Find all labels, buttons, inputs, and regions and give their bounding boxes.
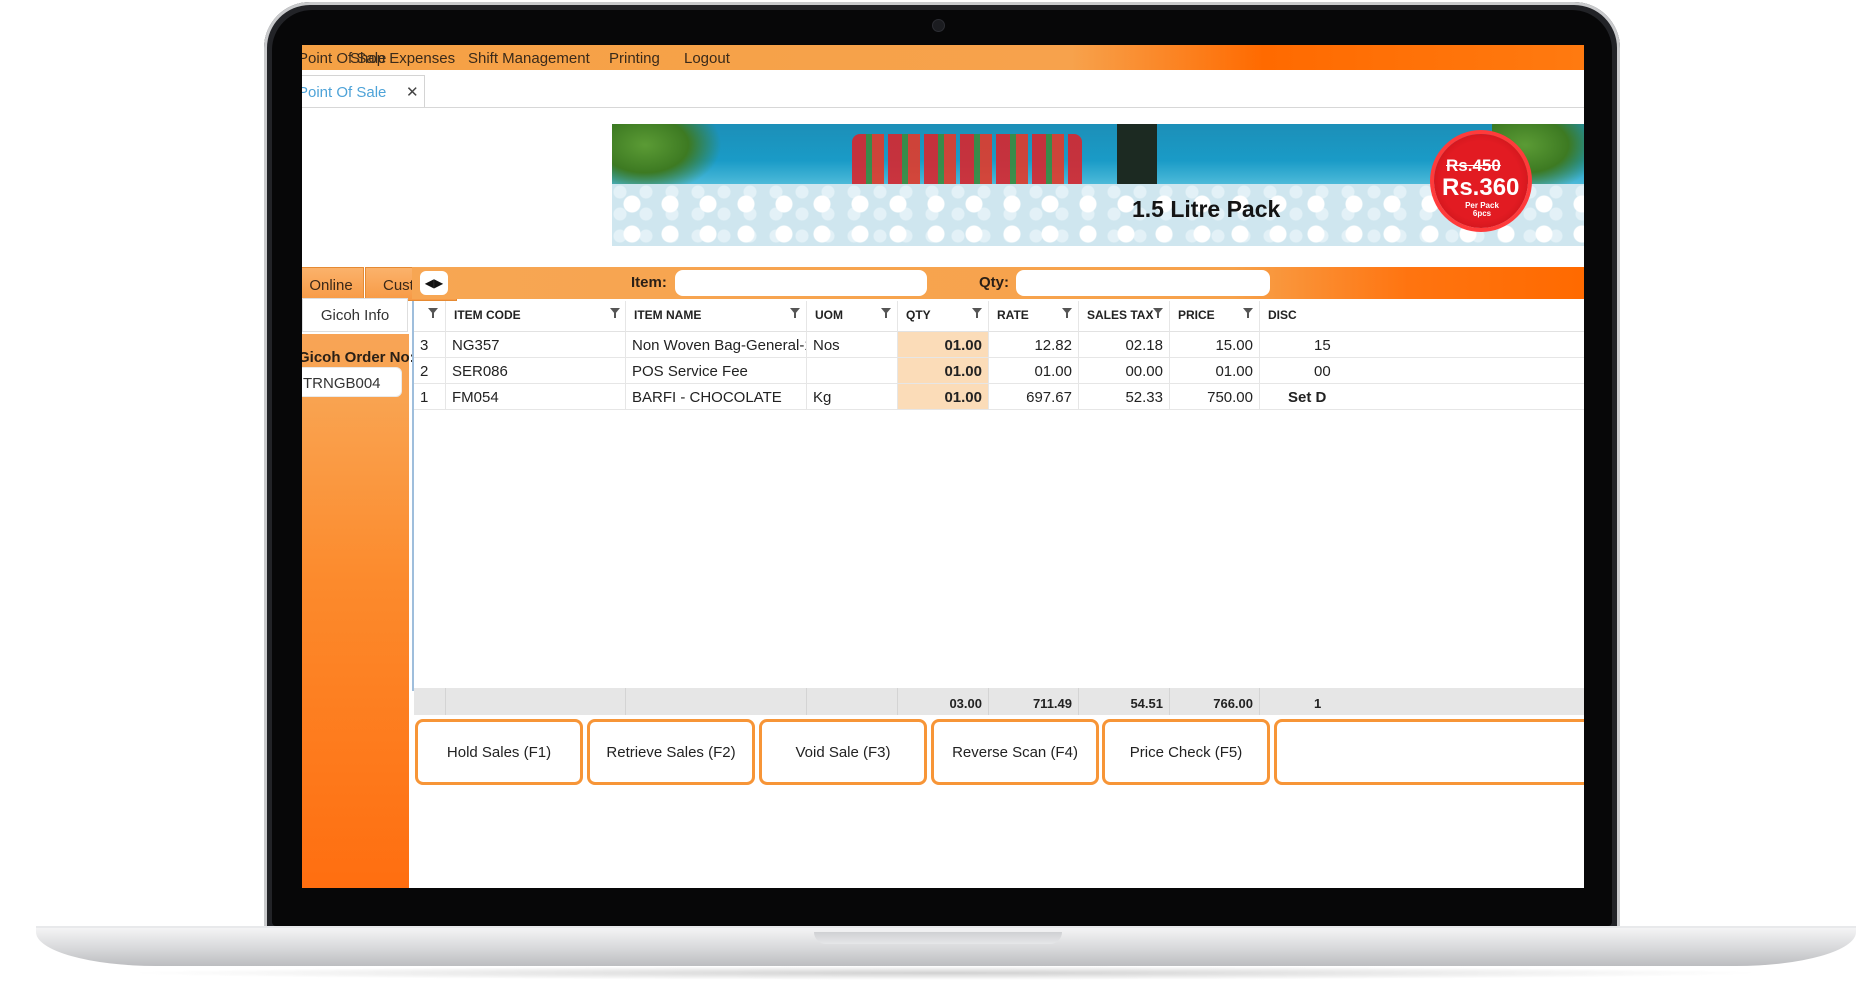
laptop-notch <box>814 932 1062 944</box>
filter-icon[interactable] <box>428 308 438 318</box>
badge-old-price: Rs.450 <box>1446 156 1501 175</box>
price-check-button[interactable]: Price Check (F5) <box>1102 719 1270 785</box>
grid-header-qty[interactable]: QTY <box>898 301 989 332</box>
laptop-shadow <box>120 966 1770 980</box>
item-name-cell: POS Service Fee <box>626 358 807 384</box>
total-rate: 711.49 <box>989 688 1079 715</box>
hold-sales-button[interactable]: Hold Sales (F1) <box>415 719 583 785</box>
tab-online[interactable]: Online <box>302 267 364 301</box>
disc-cell[interactable]: Set D <box>1260 384 1584 410</box>
total-sales-tax: 54.51 <box>1079 688 1170 715</box>
price-cell: 01.00 <box>1170 358 1260 384</box>
item-code-cell: FM054 <box>446 384 626 410</box>
qty-cell[interactable]: 01.00 <box>898 384 989 410</box>
grid-header-item-code[interactable]: ITEM CODE <box>446 301 626 332</box>
filter-icon[interactable] <box>972 308 982 318</box>
document-tab-strip: Point Of Sale ✕ <box>302 71 1584 108</box>
menu-printing[interactable]: Printing <box>609 50 660 67</box>
item-label: Item: <box>631 274 667 291</box>
header-label: ITEM CODE <box>454 308 521 322</box>
sales-tax-cell: 52.33 <box>1079 384 1170 410</box>
menu-bar: Point Of Sale Shop Expenses Shift Manage… <box>302 45 1584 70</box>
grid-header-item-name[interactable]: ITEM NAME <box>626 301 807 332</box>
retrieve-sales-button[interactable]: Retrieve Sales (F2) <box>587 719 755 785</box>
menu-shop-expenses[interactable]: Shop Expenses <box>350 50 455 67</box>
gicoh-info-header[interactable]: Gicoh Info <box>302 298 408 332</box>
header-label: RATE <box>997 308 1029 322</box>
total-qty: 03.00 <box>898 688 989 715</box>
void-sale-button[interactable]: Void Sale (F3) <box>759 719 927 785</box>
item-name-cell: BARFI - CHOCOLATE <box>626 384 807 410</box>
grid-header-disc[interactable]: DISC <box>1260 301 1584 332</box>
uom-cell: Kg <box>807 384 898 410</box>
disc-cell: 00 <box>1260 358 1584 384</box>
left-panel <box>302 334 409 888</box>
total-cell <box>414 688 446 715</box>
badge-note-line2: 6pcs <box>1472 209 1492 218</box>
badge-new-price: Rs.360 <box>1442 174 1520 201</box>
function-button-partial[interactable] <box>1274 719 1584 785</box>
total-cell <box>446 688 626 715</box>
order-no-field[interactable]: TRNGB004 <box>302 367 402 397</box>
tab-label: Point Of Sale <box>302 84 387 101</box>
price-cell: 750.00 <box>1170 384 1260 410</box>
filter-icon[interactable] <box>1062 308 1072 318</box>
filter-icon[interactable] <box>610 308 620 318</box>
grid-header-uom[interactable]: UOM <box>807 301 898 332</box>
qty-input[interactable] <box>1016 270 1270 296</box>
row-index: 2 <box>414 358 446 384</box>
menu-shift-management[interactable]: Shift Management <box>468 50 590 67</box>
badge-note: Per Pack 6pcs <box>1462 202 1502 218</box>
qty-cell[interactable]: 01.00 <box>898 358 989 384</box>
grid-header-price[interactable]: PRICE <box>1170 301 1260 332</box>
header-label: ITEM NAME <box>634 308 702 322</box>
filter-icon[interactable] <box>1243 308 1253 318</box>
qty-label: Qty: <box>979 274 1009 291</box>
header-label: DISC <box>1268 308 1297 322</box>
header-label: QTY <box>906 308 931 322</box>
item-input[interactable] <box>675 270 927 296</box>
rate-cell: 697.67 <box>989 384 1079 410</box>
rate-cell: 12.82 <box>989 332 1079 358</box>
grid-header-sales-tax[interactable]: SALES TAX <box>1079 301 1170 332</box>
navigate-arrows-icon[interactable]: ◀▶ <box>420 271 448 295</box>
item-code-cell: SER086 <box>446 358 626 384</box>
grid-header-rate[interactable]: RATE <box>989 301 1079 332</box>
rate-cell: 01.00 <box>989 358 1079 384</box>
filter-icon[interactable] <box>881 308 891 318</box>
total-price: 766.00 <box>1170 688 1260 715</box>
grid-header-index <box>414 301 446 332</box>
close-icon[interactable]: ✕ <box>406 83 419 101</box>
promo-banner: 1.5 Litre Pack Rs.450 Rs.360 Per Pack 6pc… <box>612 124 1584 246</box>
uom-cell: Nos <box>807 332 898 358</box>
disc-cell: 15 <box>1260 332 1584 358</box>
sales-tax-cell: 02.18 <box>1079 332 1170 358</box>
row-index: 1 <box>414 384 446 410</box>
header-label: SALES TAX <box>1087 308 1154 322</box>
menu-logout[interactable]: Logout <box>684 50 730 67</box>
row-index: 3 <box>414 332 446 358</box>
header-label: UOM <box>815 308 843 322</box>
item-code-cell: NG357 <box>446 332 626 358</box>
item-name-cell: Non Woven Bag-General-18 <box>626 332 807 358</box>
uom-cell <box>807 358 898 384</box>
price-badge: Rs.450 Rs.360 Per Pack 6pcs <box>1434 134 1528 228</box>
reverse-scan-button[interactable]: Reverse Scan (F4) <box>931 719 1099 785</box>
qty-cell[interactable]: 01.00 <box>898 332 989 358</box>
banner-title: 1.5 Litre Pack <box>1132 196 1281 222</box>
tab-point-of-sale[interactable]: Point Of Sale ✕ <box>302 75 425 107</box>
header-label: PRICE <box>1178 308 1215 322</box>
sales-tax-cell: 00.00 <box>1079 358 1170 384</box>
webcam <box>932 19 945 32</box>
order-no-label: Gicoh Order No: <box>302 349 415 366</box>
filter-icon[interactable] <box>790 308 800 318</box>
price-cell: 15.00 <box>1170 332 1260 358</box>
total-disc: 1 <box>1260 688 1584 715</box>
filter-icon[interactable] <box>1153 308 1163 318</box>
total-cell <box>807 688 898 715</box>
total-cell <box>626 688 807 715</box>
app-screen: Point Of Sale Shop Expenses Shift Manage… <box>302 45 1584 888</box>
